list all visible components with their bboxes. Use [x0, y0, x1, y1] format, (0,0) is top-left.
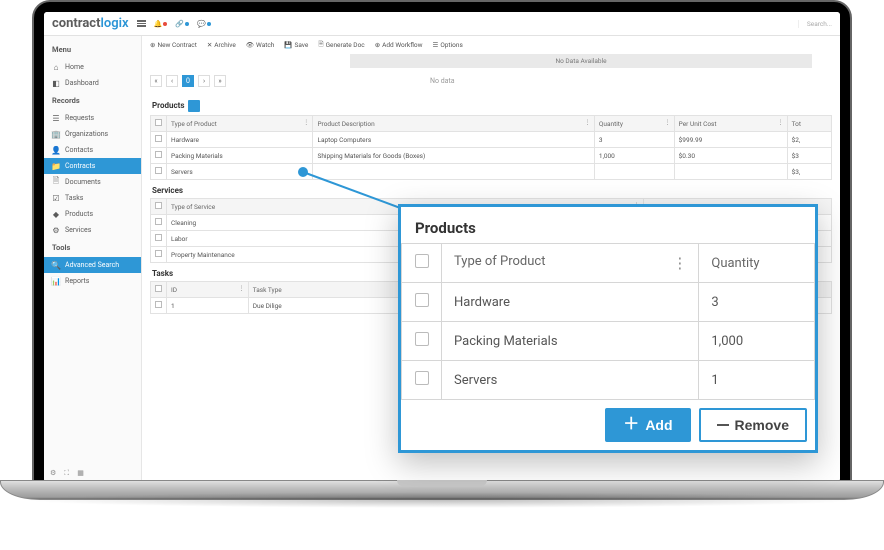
sidebar-item-documents[interactable]: 🗎Documents [44, 174, 141, 190]
sidebar-item-organizations[interactable]: 🏢Organizations [44, 126, 141, 142]
sidebar-section-tools: Tools [44, 238, 141, 257]
products-col-total[interactable]: Tot [787, 116, 831, 132]
tasks-icon: ☑ [52, 194, 60, 202]
sidebar-item-dashboard[interactable]: ◧Dashboard [44, 75, 141, 91]
new-contract-button[interactable]: ⊕ New Contract [150, 41, 197, 49]
brand-logo: contractlogix [52, 16, 129, 31]
services-icon: ⚙ [52, 226, 60, 234]
chat-icon[interactable]: 💬 [197, 20, 211, 28]
sidebar-item-reports[interactable]: 📊Reports [44, 273, 141, 289]
reports-icon: 📊 [52, 277, 60, 285]
pager-page-0[interactable]: 0 [182, 75, 194, 87]
products-section-title: Products [150, 94, 832, 115]
sidebar-section-menu: Menu [44, 40, 141, 59]
products-callout-marker [188, 100, 200, 112]
folder-icon: 📁 [52, 162, 60, 170]
products-col-type[interactable]: Type of Product⋮ [167, 116, 313, 132]
contacts-icon: 👤 [52, 146, 60, 154]
sidebar: Menu ⌂Home ◧Dashboard Records ☰Requests … [44, 36, 142, 482]
zoom-col-qty[interactable]: Quantity [699, 244, 815, 283]
search-icon: 🔍 [52, 261, 60, 269]
options-button[interactable]: ☰ Options [432, 41, 462, 49]
archive-button[interactable]: ✕ Archive [207, 41, 236, 49]
products-col-qty[interactable]: Quantity⋮ [594, 116, 674, 132]
sidebar-item-tasks[interactable]: ☑Tasks [44, 190, 141, 206]
sidebar-item-contracts[interactable]: 📁Contracts [44, 158, 141, 174]
table-row[interactable]: Packing Materials1,000 [402, 322, 815, 361]
expand-icon[interactable]: ⛶ [64, 469, 69, 478]
pager: « ‹ 0 › » No data [150, 72, 832, 90]
table-row[interactable]: Servers$3, [151, 164, 832, 180]
sidebar-bottom-icons: ⚙ ⛶ ▦ [50, 469, 84, 478]
add-workflow-button[interactable]: ⊕ Add Workflow [375, 41, 423, 49]
products-icon: ◆ [52, 210, 60, 218]
zoom-title: Products [401, 207, 815, 243]
save-button[interactable]: 💾 Save [284, 41, 308, 49]
sidebar-item-advanced-search[interactable]: 🔍Advanced Search [44, 257, 141, 273]
products-col-checkbox[interactable] [151, 116, 167, 132]
table-row[interactable]: Servers1 [402, 361, 815, 400]
services-col-checkbox[interactable] [151, 199, 167, 215]
products-col-unit[interactable]: Per Unit Cost⋮ [674, 116, 787, 132]
link-icon[interactable]: 🔗 [175, 20, 189, 28]
products-zoom-panel: Products Type of Product⋮ Quantity Hardw… [398, 204, 818, 453]
sidebar-item-services[interactable]: ⚙Services [44, 222, 141, 238]
pager-last[interactable]: » [214, 75, 226, 87]
table-row[interactable]: Hardware3 [402, 283, 815, 322]
organizations-icon: 🏢 [52, 130, 60, 138]
menu-icon[interactable] [137, 20, 146, 27]
sidebar-item-contacts[interactable]: 👤Contacts [44, 142, 141, 158]
documents-icon: 🗎 [52, 178, 60, 186]
pager-nodata: No data [430, 77, 455, 85]
sidebar-item-products[interactable]: ◆Products [44, 206, 141, 222]
tasks-col-id[interactable]: ID⋮ [167, 282, 249, 298]
search-input[interactable]: Search... [798, 20, 832, 28]
zoom-actions: ＋Add Remove [401, 400, 815, 450]
remove-button[interactable]: Remove [699, 408, 807, 442]
grid-icon[interactable]: ▦ [77, 469, 84, 478]
table-row[interactable]: HardwareLaptop Computers3$999.99$2, [151, 132, 832, 148]
tasks-col-checkbox[interactable] [151, 282, 167, 298]
topbar: contractlogix 🔔 🔗 💬 Search... [44, 12, 840, 36]
zoom-col-checkbox[interactable] [402, 244, 442, 283]
kebab-icon[interactable]: ⋮ [303, 118, 310, 126]
no-data-banner: No Data Available [350, 54, 812, 68]
pager-first[interactable]: « [150, 75, 162, 87]
services-section-title: Services [150, 180, 832, 198]
pager-prev[interactable]: ‹ [166, 75, 178, 87]
zoom-products-table: Type of Product⋮ Quantity Hardware3 Pack… [401, 243, 815, 400]
products-table: Type of Product⋮ Product Description⋮ Qu… [150, 115, 832, 180]
table-row[interactable]: Packing MaterialsShipping Materials for … [151, 148, 832, 164]
add-button[interactable]: ＋Add [605, 408, 690, 442]
action-toolbar: ⊕ New Contract ✕ Archive 👁 Watch 💾 Save … [150, 36, 832, 54]
sidebar-item-home[interactable]: ⌂Home [44, 59, 141, 75]
sidebar-section-records: Records [44, 91, 141, 110]
products-col-desc[interactable]: Product Description⋮ [313, 116, 594, 132]
requests-icon: ☰ [52, 114, 60, 122]
dashboard-icon: ◧ [52, 79, 60, 87]
minus-icon [717, 424, 729, 426]
kebab-icon[interactable]: ⋮ [672, 254, 686, 272]
zoom-col-type[interactable]: Type of Product⋮ [442, 244, 699, 283]
pager-next[interactable]: › [198, 75, 210, 87]
sidebar-item-requests[interactable]: ☰Requests [44, 110, 141, 126]
notifications-icon[interactable]: 🔔 [154, 20, 168, 28]
gear-icon[interactable]: ⚙ [50, 469, 56, 478]
generate-doc-button[interactable]: 🗎 Generate Doc [318, 40, 364, 51]
home-icon: ⌂ [52, 63, 60, 71]
watch-button[interactable]: 👁 Watch [246, 41, 275, 49]
